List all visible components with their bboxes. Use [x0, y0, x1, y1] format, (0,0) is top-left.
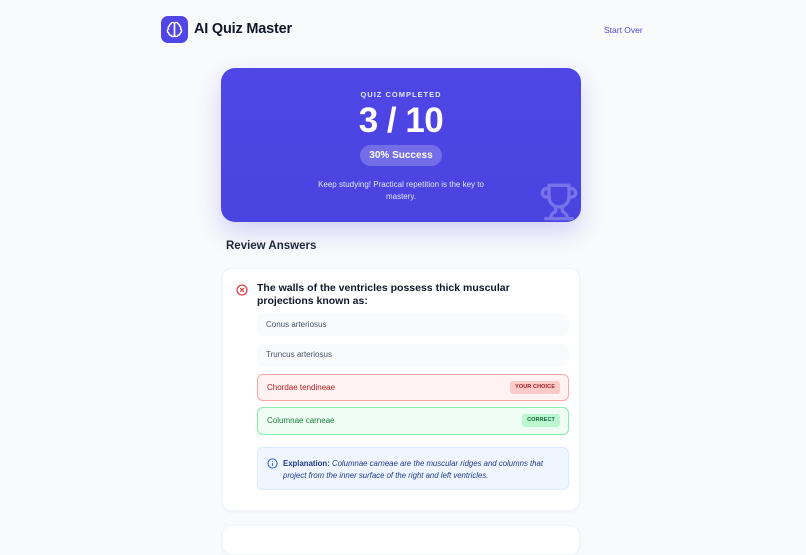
explanation-label: Explanation:	[283, 459, 332, 468]
review-heading: Review Answers	[226, 240, 317, 252]
result-card: QUIZ COMPLETED 3 / 10 30% Success Keep s…	[221, 68, 581, 222]
trophy-icon	[540, 183, 578, 221]
explanation-box: Explanation: Columnae carneae are the mu…	[257, 447, 569, 490]
question-review-card	[222, 525, 580, 555]
answer-option: Conus arteriosus	[257, 314, 569, 336]
option-label: Truncus arteriosus	[266, 350, 332, 359]
question-review-card: The walls of the ventricles possess thic…	[222, 268, 580, 511]
brain-icon	[166, 21, 183, 38]
result-message: Keep studying! Practical repetition is t…	[318, 180, 484, 201]
your-choice-badge: YOUR CHOICE	[510, 381, 560, 394]
info-icon	[267, 458, 278, 469]
app-header: AI Quiz Master Start Over	[0, 0, 806, 60]
answer-option: Truncus arteriosus	[257, 344, 569, 366]
app-title: AI Quiz Master	[194, 21, 292, 37]
option-label: Columnae carneae	[267, 416, 335, 425]
answer-option-correct: Columnae carneae CORRECT	[257, 407, 569, 435]
score-text: 3 / 10	[358, 101, 444, 140]
app-logo[interactable]	[161, 16, 188, 43]
answer-option-your-choice: Chordae tendineae YOUR CHOICE	[257, 374, 569, 401]
start-over-link[interactable]: Start Over	[604, 25, 643, 35]
x-circle-icon	[236, 284, 248, 296]
result-label: QUIZ COMPLETED	[360, 90, 442, 99]
question-text: The walls of the ventricles possess thic…	[257, 282, 510, 307]
correct-badge: CORRECT	[522, 414, 560, 427]
success-badge: 30% Success	[360, 145, 442, 166]
option-label: Chordae tendineae	[267, 383, 336, 392]
explanation-text: Explanation: Columnae carneae are the mu…	[283, 458, 561, 482]
option-label: Conus arteriosus	[266, 320, 327, 329]
